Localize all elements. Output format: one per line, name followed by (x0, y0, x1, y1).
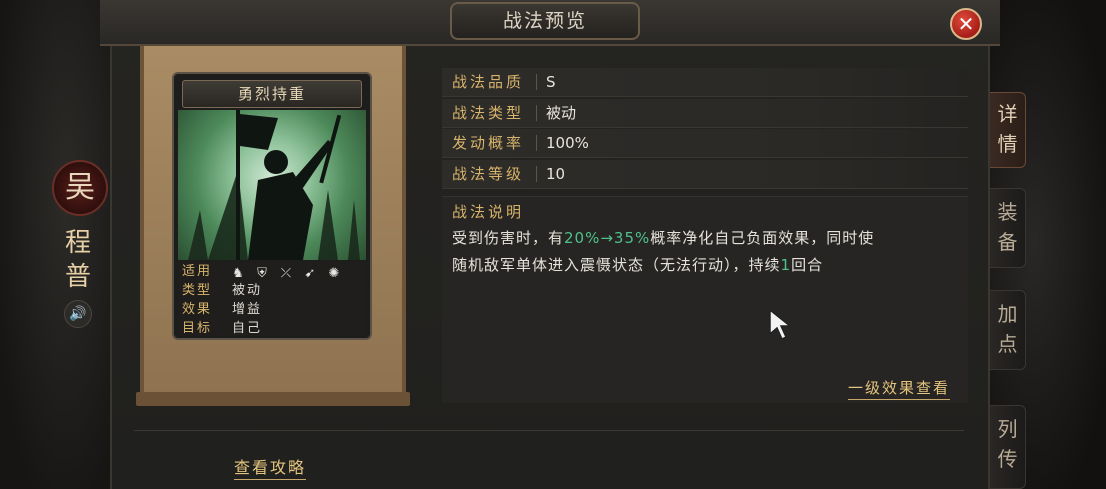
close-icon[interactable]: ✕ (950, 8, 982, 40)
card-row-key: 目标 (182, 321, 213, 336)
divider (134, 430, 964, 431)
tab-equipment[interactable]: 装备 (990, 188, 1026, 268)
card-row-applicable: 适用 ♞ ⛨ ⤫ ➹ ✺ (178, 262, 366, 281)
tab-details[interactable]: 详情 (990, 92, 1026, 168)
window-title: 战法预览 (450, 2, 640, 40)
bow-icon: ⤫ (280, 266, 292, 281)
description-highlight: 20%→35% (564, 229, 651, 247)
cavalry-icon: ♞ (232, 266, 244, 281)
card-row-value: 被动 (232, 283, 263, 298)
tab-label: 加点 (997, 302, 1018, 356)
description-text: 受到伤害时，有20%→35%概率净化自己负面效果，同时使随机敌军单体进入震慑状态… (452, 225, 960, 279)
stat-separator (536, 105, 537, 121)
troop-type-icons: ♞ ⛨ ⤫ ➹ ✺ (230, 264, 350, 281)
card-row-key: 效果 (182, 302, 213, 317)
stat-separator (536, 135, 537, 151)
stat-value: 被动 (546, 104, 577, 122)
mouse-cursor-icon (769, 308, 793, 341)
speaker-icon[interactable]: 🔊 (64, 300, 92, 328)
hero-name: 程普 (64, 228, 91, 292)
skill-card-title: 勇烈持重 (182, 80, 362, 108)
description-segment: 回合 (791, 256, 824, 274)
view-guide-link[interactable]: 查看攻略 (234, 454, 307, 480)
scroll-rod (136, 392, 410, 406)
warrior-silhouette (188, 110, 360, 260)
description-segment: 随机敌军单体进入震慑状态（无法行动），持续 (452, 256, 781, 274)
tab-attributes[interactable]: 加点 (990, 290, 1026, 370)
stat-row-quality: 战法品质 S (442, 68, 968, 97)
stat-key: 战法类型 (452, 104, 525, 122)
tab-biography[interactable]: 列传 (990, 405, 1026, 489)
stat-key: 发动概率 (452, 134, 525, 152)
skill-card: 勇烈持重 适用 ♞ ⛨ ⤫ ➹ ✺ 类型 被动 效果 增益 目标 自己 (172, 72, 372, 340)
card-row-value: 增益 (232, 302, 263, 317)
card-row-target: 目标 自己 (178, 319, 366, 338)
description-segment: 概率净化自己负面效果，同时使 (650, 229, 875, 247)
description-segment: 受到伤害时，有 (452, 229, 565, 247)
shield-icon: ⛨ (257, 266, 267, 281)
siege-icon: ✺ (328, 266, 340, 281)
skill-description: 战法说明 受到伤害时，有20%→35%概率净化自己负面效果，同时使随机敌军单体进… (442, 196, 968, 403)
skill-card-info: 适用 ♞ ⛨ ⤫ ➹ ✺ 类型 被动 效果 增益 目标 自己 (178, 262, 366, 336)
card-row-effect: 效果 增益 (178, 300, 366, 319)
tab-label: 详情 (997, 102, 1018, 156)
card-row-key: 适用 (182, 264, 213, 279)
tab-label: 装备 (997, 200, 1018, 254)
stat-row-level: 战法等级 10 (442, 160, 968, 189)
stat-value: 10 (546, 165, 566, 183)
faction-label: 吴 (65, 170, 95, 205)
stat-value: S (546, 73, 556, 91)
stat-separator (536, 74, 537, 90)
faction-badge: 吴 (52, 160, 108, 216)
spear-icon: ➹ (304, 266, 316, 281)
stat-row-type: 战法类型 被动 (442, 99, 968, 128)
level-effects-link[interactable]: 一级效果查看 (848, 377, 951, 400)
card-row-type: 类型 被动 (178, 281, 366, 300)
stat-key: 战法品质 (452, 73, 525, 91)
card-row-key: 类型 (182, 283, 213, 298)
tab-label: 列传 (997, 417, 1018, 471)
stat-value: 100% (546, 134, 589, 152)
stat-row-probability: 发动概率 100% (442, 129, 968, 158)
stat-key: 战法等级 (452, 165, 525, 183)
card-row-value: 自己 (232, 321, 263, 336)
stat-separator (536, 166, 537, 182)
description-highlight: 1 (780, 256, 792, 274)
description-title: 战法说明 (452, 203, 525, 221)
skill-card-art (178, 110, 366, 260)
